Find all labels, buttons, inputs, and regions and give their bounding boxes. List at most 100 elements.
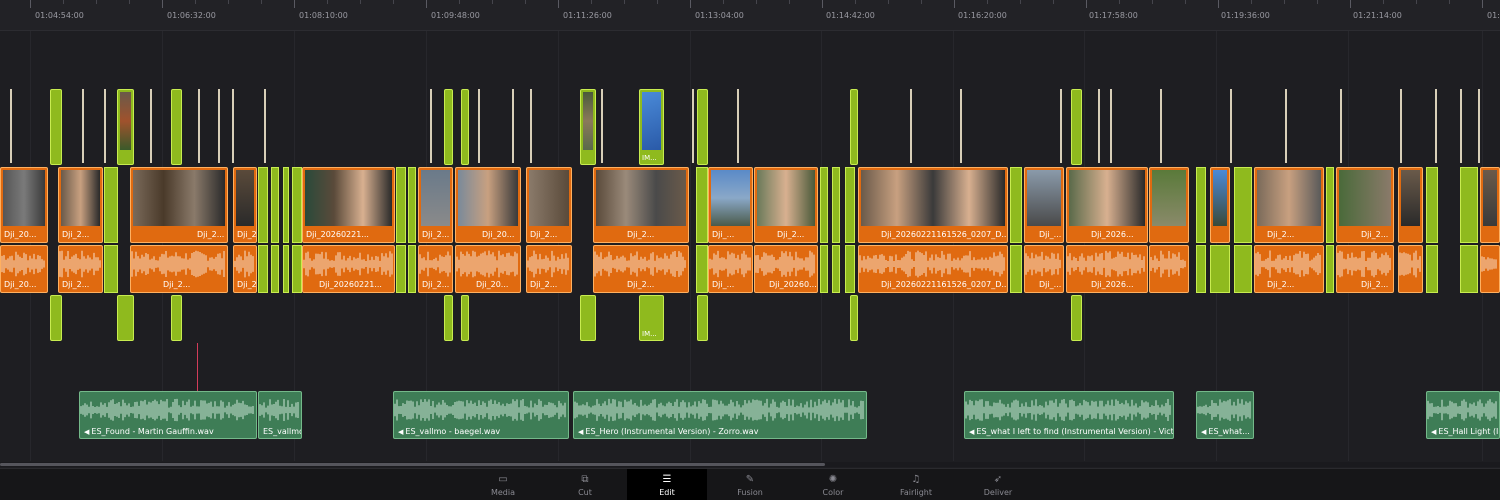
adjustment-clip[interactable] <box>1326 167 1334 243</box>
title-clip[interactable] <box>264 89 266 163</box>
video-clip[interactable] <box>1480 167 1500 243</box>
adjustment-clip[interactable] <box>283 167 289 243</box>
adjustment-clip[interactable] <box>1196 245 1206 293</box>
image-clip[interactable]: IM... <box>639 89 664 165</box>
adjustment-clip[interactable] <box>1010 167 1022 243</box>
adjustment-clip[interactable] <box>820 245 828 293</box>
title-clip[interactable] <box>512 89 514 163</box>
image-clip[interactable] <box>117 89 134 165</box>
title-clip[interactable] <box>1340 89 1342 163</box>
video-clip[interactable]: Dji_2... <box>526 167 572 243</box>
tab-fairlight[interactable]: ♫ Fairlight <box>876 469 956 500</box>
scrollbar-thumb[interactable] <box>0 463 825 466</box>
image-clip[interactable] <box>580 89 596 165</box>
video-clip[interactable]: Dji_2... <box>58 167 103 243</box>
adjustment-clip[interactable] <box>1210 245 1230 293</box>
title-clip[interactable] <box>960 89 962 163</box>
video-clip[interactable]: Dji_2... <box>418 167 453 243</box>
adjustment-clip[interactable] <box>396 245 406 293</box>
adjustment-clip[interactable] <box>104 245 118 293</box>
title-clip[interactable] <box>1110 89 1112 163</box>
audio-clip[interactable]: Dji_2026... <box>1066 245 1148 293</box>
adjustment-clip[interactable] <box>271 167 279 243</box>
adjustment-clip[interactable] <box>1196 167 1206 243</box>
music-clip[interactable]: ◀ ES_what... <box>1196 391 1254 439</box>
title-clip[interactable] <box>1230 89 1232 163</box>
adjustment-clip[interactable] <box>1071 89 1082 165</box>
adjustment-clip[interactable] <box>396 167 406 243</box>
audio-clip[interactable] <box>1149 245 1189 293</box>
audio-clip[interactable]: Dji_2... <box>58 245 103 293</box>
video-clip[interactable] <box>1149 167 1189 243</box>
timecode-ruler[interactable]: 01:04:54:00 01:06:32:00 01:08:10:00 01:0… <box>0 0 1500 31</box>
audio-clip[interactable] <box>1398 245 1423 293</box>
audio-clip[interactable]: Dji_2... <box>1254 245 1324 293</box>
adjustment-clip[interactable] <box>697 89 708 165</box>
adjustment-clip[interactable] <box>171 295 182 341</box>
music-clip[interactable]: ◀ ES_Hero (Instrumental Version) - Zorro.… <box>573 391 867 439</box>
adjustment-clip[interactable] <box>292 245 302 293</box>
title-clip[interactable] <box>232 89 234 163</box>
adjustment-clip[interactable] <box>697 295 708 341</box>
video-clip[interactable]: Dji_2026... <box>1066 167 1148 243</box>
adjustment-clip[interactable] <box>696 245 708 293</box>
tab-deliver[interactable]: ➶ Deliver <box>958 469 1038 500</box>
video-clip[interactable]: Dji_20260221161526_0207_D... <box>858 167 1008 243</box>
adjustment-clip[interactable] <box>1234 245 1252 293</box>
title-clip[interactable] <box>1400 89 1402 163</box>
audio-clip[interactable]: Dji_20... <box>455 245 521 293</box>
title-clip[interactable] <box>104 89 106 163</box>
adjustment-clip[interactable] <box>1071 295 1082 341</box>
title-clip[interactable] <box>1160 89 1162 163</box>
audio-clip[interactable]: Dji_2... <box>418 245 453 293</box>
audio-clip[interactable]: Dji_... <box>708 245 753 293</box>
video-clip[interactable]: Dji_... <box>708 167 753 243</box>
title-clip[interactable] <box>1478 89 1480 163</box>
title-clip[interactable] <box>1098 89 1100 163</box>
title-clip[interactable] <box>198 89 200 163</box>
adjustment-clip[interactable] <box>461 295 469 341</box>
adjustment-clip[interactable] <box>292 167 302 243</box>
video-clip[interactable]: Dji_20... <box>455 167 521 243</box>
audio-clip[interactable]: Dji_2... <box>593 245 689 293</box>
audio-clip[interactable]: Dji_2... <box>1336 245 1394 293</box>
video-clip[interactable]: Dji_20260221... <box>302 167 395 243</box>
adjustment-clip[interactable] <box>832 167 840 243</box>
audio-clip[interactable]: Dji_20260221161526_0207_D... <box>858 245 1008 293</box>
audio-clip[interactable]: Dji_20... <box>0 245 48 293</box>
title-clip[interactable] <box>82 89 84 163</box>
adjustment-clip[interactable] <box>444 295 453 341</box>
audio-clip[interactable]: Dji_2... <box>130 245 228 293</box>
adjustment-clip[interactable] <box>1426 245 1438 293</box>
adjustment-clip[interactable] <box>461 89 469 165</box>
tab-edit[interactable]: ☰ Edit <box>627 469 707 500</box>
adjustment-clip[interactable] <box>258 245 268 293</box>
adjustment-clip[interactable] <box>171 89 182 165</box>
adjustment-clip[interactable] <box>1426 167 1438 243</box>
audio-clip[interactable]: Dji_20260221... <box>302 245 395 293</box>
title-clip[interactable] <box>737 89 739 163</box>
adjustment-clip[interactable] <box>104 167 118 243</box>
title-clip[interactable] <box>910 89 912 163</box>
adjustment-clip[interactable] <box>50 295 62 341</box>
title-clip[interactable] <box>601 89 603 163</box>
video-clip[interactable]: Dji_2... <box>754 167 818 243</box>
title-clip[interactable] <box>1460 89 1462 163</box>
adjustment-clip[interactable] <box>832 245 840 293</box>
video-clip[interactable]: Dji_2... <box>1336 167 1394 243</box>
tab-cut[interactable]: ⧉ Cut <box>545 469 625 500</box>
title-clip[interactable] <box>530 89 532 163</box>
music-clip[interactable]: ◀ ES_vallmo - baegel.wav <box>393 391 569 439</box>
video-clip[interactable] <box>1398 167 1423 243</box>
audio-clip[interactable]: Dji_2... <box>526 245 572 293</box>
tab-fusion[interactable]: ✎ Fusion <box>710 469 790 500</box>
adjustment-clip[interactable] <box>117 295 134 341</box>
adjustment-clip[interactable] <box>50 89 62 165</box>
adjustment-clip[interactable] <box>1326 245 1334 293</box>
title-clip[interactable] <box>1285 89 1287 163</box>
adjustment-clip[interactable] <box>820 167 828 243</box>
video-clip[interactable]: Dji_2... <box>593 167 689 243</box>
adjustment-clip[interactable] <box>845 245 855 293</box>
playhead[interactable] <box>197 343 198 391</box>
music-clip[interactable]: ◀ ES_Found - Martin Gauffin.wav <box>79 391 257 439</box>
